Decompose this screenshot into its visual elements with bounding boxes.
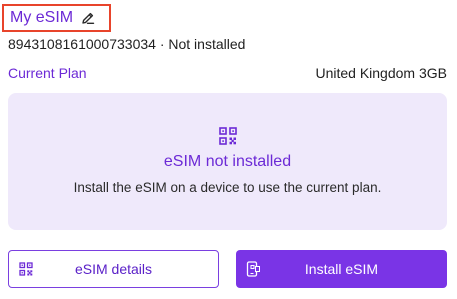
plan-name: United Kingdom 3GB <box>315 65 447 81</box>
esim-title-row: My eSIM <box>2 4 111 32</box>
current-plan-link[interactable]: Current Plan <box>8 65 87 81</box>
esim-details-button[interactable]: eSIM details <box>8 250 219 288</box>
iccid-status-text: 8943108161000733034 · Not installed <box>8 36 246 52</box>
install-esim-button[interactable]: Install eSIM <box>236 250 447 288</box>
current-plan-row: Current Plan United Kingdom 3GB <box>8 65 447 81</box>
esim-details-label: eSIM details <box>74 261 153 277</box>
esim-title: My eSIM <box>10 9 74 26</box>
install-status-panel: eSIM not installed Install the eSIM on a… <box>8 93 447 230</box>
esim-card: My eSIM 8943108161000733034 · Not instal… <box>0 0 457 299</box>
status-description: Install the eSIM on a device to use the … <box>73 180 382 195</box>
edit-icon[interactable] <box>81 11 95 25</box>
device-install-icon <box>246 261 260 277</box>
qr-code-icon <box>218 127 237 145</box>
qr-code-icon <box>19 261 33 277</box>
status-title: eSIM not installed <box>163 153 292 170</box>
install-esim-label: Install eSIM <box>304 261 379 277</box>
